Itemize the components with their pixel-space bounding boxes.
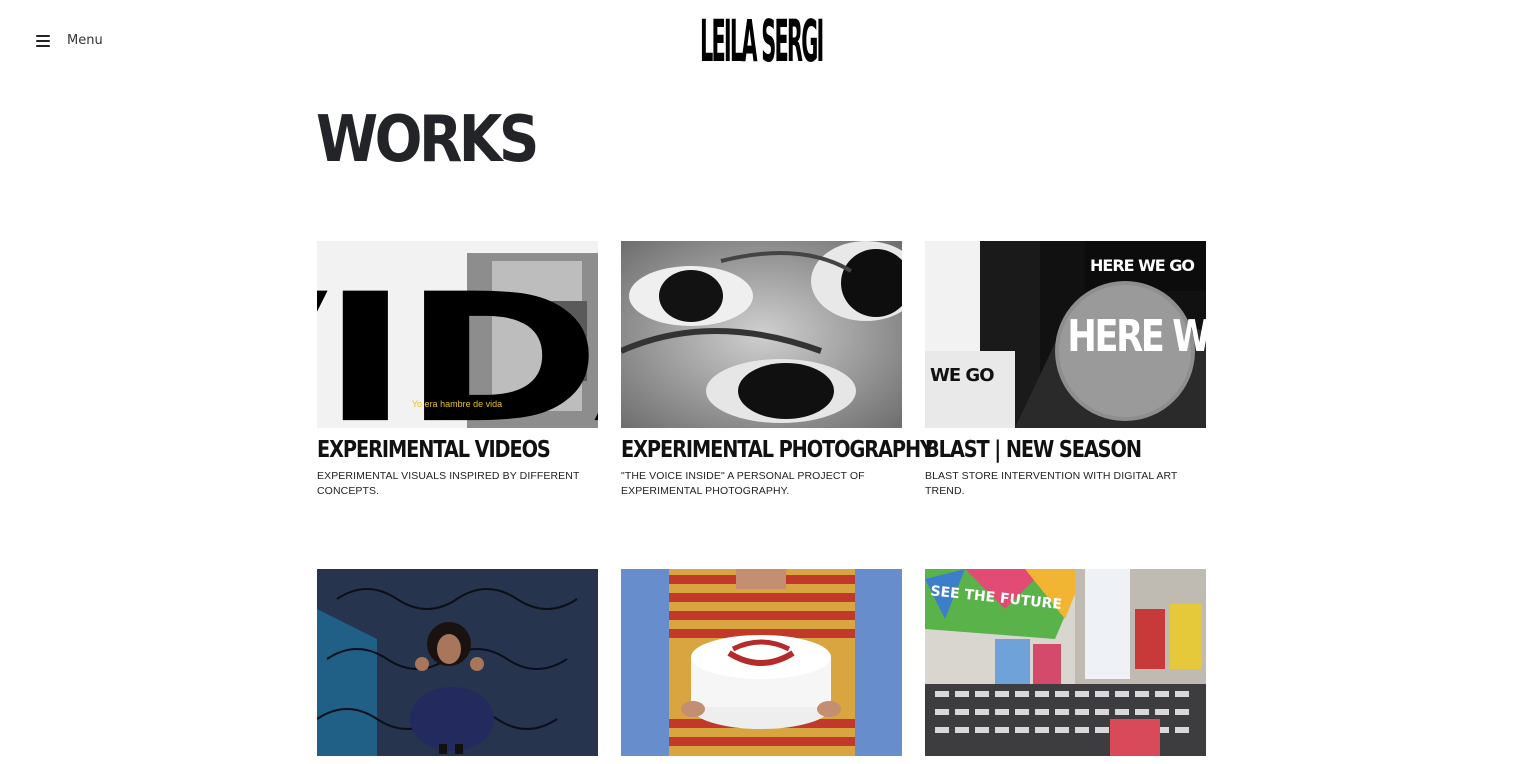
menu-label: Menu [67, 33, 103, 48]
project-thumbnail[interactable] [317, 569, 598, 756]
project-description: "THE VOICE INSIDE" A PERSONAL PROJECT OF… [621, 470, 865, 497]
project-title[interactable]: BLAST | NEW SEASON [925, 437, 1161, 463]
hamburger-icon [36, 34, 50, 47]
cake-photo [621, 569, 902, 756]
project-description: EXPERIMENTAL VISUALS INSPIRED BY DIFFERE… [317, 470, 580, 497]
svg-text:HERE WE GO: HERE WE GO [1067, 311, 1206, 362]
project-card-experimental-photography[interactable]: EXPERIMENTAL PHOTOGRAPHY "THE VOICE INSI… [621, 241, 934, 499]
svg-text:Yo era hambre de vida: Yo era hambre de vida [412, 399, 502, 409]
project-thumbnail[interactable] [621, 569, 902, 756]
here-we-go-artwork: HERE WE GO WE GO HERE WE GO [925, 241, 1206, 428]
svg-text:WE GO: WE GO [930, 365, 994, 386]
project-card-experimental-videos[interactable]: VIDA Yo era hambre de vida EXPERIMENTAL … [317, 241, 598, 499]
project-thumbnail[interactable]: SEE THE FUTURE [925, 569, 1206, 756]
project-card-4[interactable] [317, 569, 598, 756]
project-card-6[interactable]: SEE THE FUTURE [925, 569, 1206, 756]
menu-button[interactable]: Menu [36, 33, 103, 48]
project-title[interactable]: EXPERIMENTAL PHOTOGRAPHY [621, 437, 934, 463]
project-card-blast-new-season[interactable]: HERE WE GO WE GO HERE WE GO BLAST | NEW … [925, 241, 1206, 499]
eye-photo [621, 241, 902, 428]
page-title: WORKS [316, 103, 539, 177]
project-thumbnail[interactable]: VIDA Yo era hambre de vida [317, 241, 598, 428]
graffiti-portrait-photo [317, 569, 598, 756]
project-card-5[interactable] [621, 569, 902, 756]
project-thumbnail[interactable] [621, 241, 902, 428]
vida-video-still: VIDA Yo era hambre de vida [317, 241, 598, 428]
site-logo[interactable]: LEILA SERGI [700, 11, 824, 71]
logo-text: LEILA SERGI [699, 7, 824, 75]
store-interior-photo: SEE THE FUTURE [925, 569, 1206, 756]
project-thumbnail[interactable]: HERE WE GO WE GO HERE WE GO [925, 241, 1206, 428]
project-description: BLAST STORE INTERVENTION WITH DIGITAL AR… [925, 470, 1178, 497]
svg-text:HERE WE GO: HERE WE GO [1090, 256, 1194, 275]
project-title[interactable]: EXPERIMENTAL VIDEOS [317, 437, 553, 463]
